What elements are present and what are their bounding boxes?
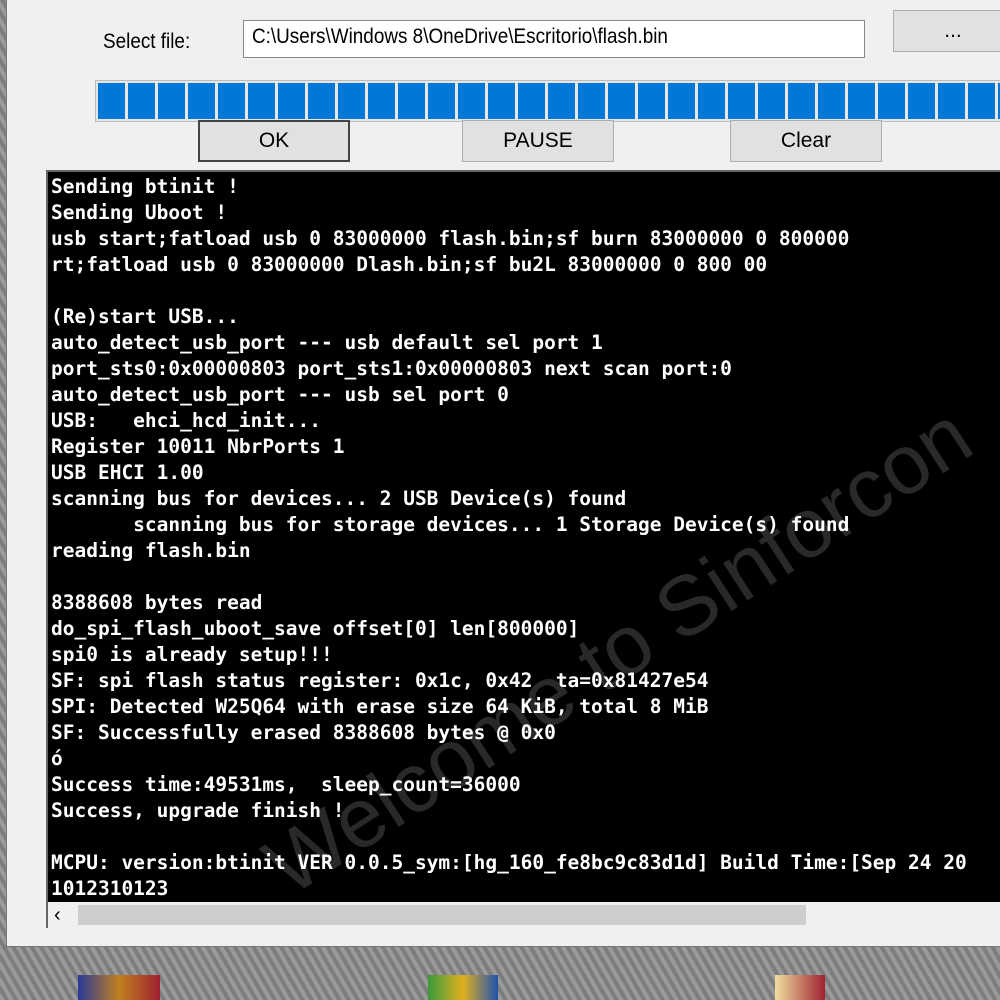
clear-button[interactable]: Clear: [730, 120, 882, 162]
console-line: USB EHCI 1.00: [51, 461, 204, 484]
pause-button[interactable]: PAUSE: [462, 120, 614, 162]
select-file-label: Select file:: [103, 30, 191, 53]
progress-block: [608, 83, 635, 119]
scroll-left-icon[interactable]: ‹: [54, 904, 61, 927]
taskbar-file-icon[interactable]: [775, 975, 825, 1000]
progress-block: [488, 83, 515, 119]
file-path-input[interactable]: C:\Users\Windows 8\OneDrive\Escritorio\f…: [243, 20, 865, 58]
console-line: ó: [51, 747, 63, 770]
progress-block: [968, 83, 995, 119]
progress-bar: [95, 80, 1000, 122]
progress-block: [788, 83, 815, 119]
console-line: SF: Successfully erased 8388608 bytes @ …: [51, 721, 556, 744]
console-line: usb start;fatload usb 0 83000000 flash.b…: [51, 227, 850, 250]
console-line: Success time:49531ms, sleep_count=36000: [51, 773, 521, 796]
scrollbar-thumb[interactable]: [78, 905, 806, 925]
progress-block: [698, 83, 725, 119]
progress-block: [908, 83, 935, 119]
console-line: Register 10011 NbrPorts 1: [51, 435, 345, 458]
console-line: reading flash.bin: [51, 539, 251, 562]
console-line: (Re)start USB...: [51, 305, 239, 328]
progress-block: [248, 83, 275, 119]
progress-block: [578, 83, 605, 119]
console-line: MCPU: version:btinit VER 0.0.5_sym:[hg_1…: [51, 851, 967, 874]
progress-block: [398, 83, 425, 119]
progress-block: [188, 83, 215, 119]
console-line: 8388608 bytes read: [51, 591, 263, 614]
progress-block: [338, 83, 365, 119]
console-line: USB: ehci_hcd_init...: [51, 409, 322, 432]
console-line: auto_detect_usb_port --- usb sel port 0: [51, 383, 509, 406]
progress-block: [938, 83, 965, 119]
console-line: auto_detect_usb_port --- usb default sel…: [51, 331, 603, 354]
console-output[interactable]: Sending btinit ! Sending Uboot ! usb start…: [46, 170, 1000, 904]
progress-block: [308, 83, 335, 119]
progress-block: [728, 83, 755, 119]
progress-block: [878, 83, 905, 119]
console-line: 1012310123: [51, 877, 169, 900]
progress-block: [668, 83, 695, 119]
taskbar-app-icon[interactable]: [78, 975, 160, 1000]
console-line: Sending Uboot !: [51, 201, 228, 224]
progress-block: [818, 83, 845, 119]
console-line: Success, upgrade finish !: [51, 799, 345, 822]
browse-button[interactable]: ...: [893, 10, 1000, 52]
horizontal-scrollbar[interactable]: ‹: [46, 902, 1000, 928]
console-line: do_spi_flash_uboot_save offset[0] len[80…: [51, 617, 580, 640]
progress-block: [278, 83, 305, 119]
console-line: SPI: Detected W25Q64 with erase size 64 …: [51, 695, 709, 718]
progress-block: [638, 83, 665, 119]
progress-block: [458, 83, 485, 119]
progress-block: [368, 83, 395, 119]
console-line: scanning bus for devices... 2 USB Device…: [51, 487, 627, 510]
progress-block: [848, 83, 875, 119]
console-line: port_sts0:0x00000803 port_sts1:0x0000080…: [51, 357, 732, 380]
progress-block: [548, 83, 575, 119]
ok-button[interactable]: OK: [198, 120, 350, 162]
progress-block: [428, 83, 455, 119]
progress-block: [128, 83, 155, 119]
progress-block: [158, 83, 185, 119]
console-line: SF: spi flash status register: 0x1c, 0x4…: [51, 669, 709, 692]
console-line: Sending btinit !: [51, 175, 239, 198]
progress-block: [758, 83, 785, 119]
progress-block: [98, 83, 125, 119]
progress-block: [218, 83, 245, 119]
console-line: spi0 is already setup!!!: [51, 643, 333, 666]
console-line: rt;fatload usb 0 83000000 Dlash.bin;sf b…: [51, 253, 768, 276]
taskbar-shield-icon[interactable]: [428, 975, 498, 1000]
console-line: scanning bus for storage devices... 1 St…: [51, 513, 850, 536]
progress-block: [518, 83, 545, 119]
